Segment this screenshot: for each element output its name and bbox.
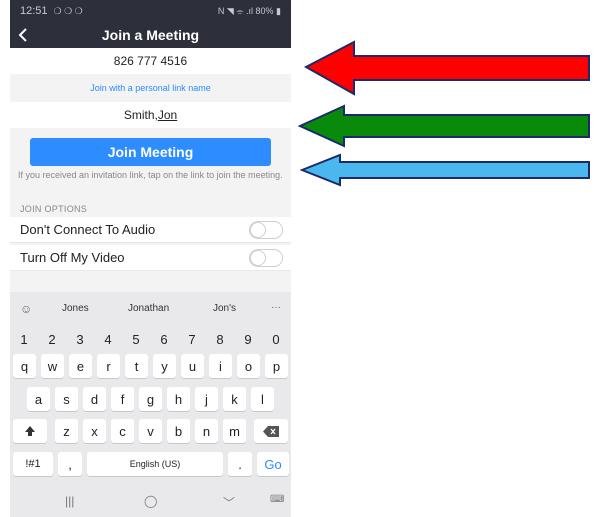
suggestion-2[interactable]: Jonathan: [128, 303, 169, 314]
more-suggestions-icon[interactable]: ···: [271, 302, 281, 313]
key-q[interactable]: q: [13, 354, 36, 378]
meeting-id-input[interactable]: 826 777 4516: [10, 48, 291, 74]
period-key[interactable]: .: [228, 452, 252, 476]
home-icon[interactable]: ◯: [144, 494, 157, 508]
name-first-part: Smith,: [123, 108, 158, 122]
key-4[interactable]: 4: [98, 328, 118, 350]
emoji-icon[interactable]: ☺: [20, 302, 32, 316]
key-i[interactable]: i: [209, 354, 232, 378]
keyboard-hide-icon[interactable]: ⌨: [270, 494, 284, 505]
key-2[interactable]: 2: [42, 328, 62, 350]
back-button[interactable]: [18, 22, 28, 48]
symbols-key[interactable]: !#1: [13, 452, 53, 476]
suggestion-3[interactable]: Jon's: [213, 303, 236, 314]
key-s[interactable]: s: [55, 387, 78, 411]
back-nav-icon[interactable]: ﹀: [223, 494, 235, 511]
toggle-knob: [251, 222, 265, 237]
space-key[interactable]: English (US): [87, 452, 223, 476]
system-icons: N ◥ ⌯ .ıl 80% ▮: [217, 5, 281, 16]
backspace-icon: [263, 425, 279, 437]
backspace-key[interactable]: [254, 419, 288, 443]
key-3[interactable]: 3: [70, 328, 90, 350]
key-p[interactable]: p: [265, 354, 288, 378]
go-key[interactable]: Go: [257, 452, 289, 476]
display-name-input[interactable]: Smith, Jon: [10, 102, 291, 128]
suggestion-bar: ☺ Jones Jonathan Jon's ···: [10, 292, 291, 326]
key-j[interactable]: j: [195, 387, 218, 411]
recent-apps-icon[interactable]: |||: [65, 494, 74, 508]
comma-key[interactable]: ,: [58, 452, 82, 476]
key-o[interactable]: o: [237, 354, 260, 378]
key-m[interactable]: m: [223, 419, 246, 443]
key-x[interactable]: x: [83, 419, 106, 443]
key-1[interactable]: 1: [14, 328, 34, 350]
join-options-header: JOIN OPTIONS: [20, 204, 88, 214]
key-b[interactable]: b: [167, 419, 190, 443]
key-8[interactable]: 8: [210, 328, 230, 350]
toggle-knob: [251, 250, 265, 265]
red-arrow-icon: [304, 40, 590, 96]
blue-arrow-icon: [300, 153, 590, 187]
key-t[interactable]: t: [125, 354, 148, 378]
key-y[interactable]: y: [153, 354, 176, 378]
personal-link-name-link[interactable]: Join with a personal link name: [10, 77, 291, 99]
suggestion-1[interactable]: Jones: [62, 303, 89, 314]
join-meeting-button[interactable]: Join Meeting: [30, 138, 271, 166]
option-turn-off-video[interactable]: Turn Off My Video: [10, 245, 291, 271]
video-toggle[interactable]: [249, 248, 283, 267]
key-9[interactable]: 9: [238, 328, 258, 350]
notification-icons: ❍ ❍ ❍: [53, 5, 83, 16]
green-arrow-icon: [298, 104, 590, 148]
key-e[interactable]: e: [69, 354, 92, 378]
key-l[interactable]: l: [251, 387, 274, 411]
option-label: Turn Off My Video: [20, 250, 125, 265]
status-bar: 12:51 ❍ ❍ ❍ N ◥ ⌯ .ıl 80% ▮: [10, 0, 291, 22]
phone-screen: 12:51 ❍ ❍ ❍ N ◥ ⌯ .ıl 80% ▮ Join a Meeti…: [10, 0, 291, 517]
key-7[interactable]: 7: [182, 328, 202, 350]
key-6[interactable]: 6: [154, 328, 174, 350]
key-h[interactable]: h: [167, 387, 190, 411]
option-label: Don't Connect To Audio: [20, 222, 156, 237]
navigation-bar: ||| ◯ ﹀ ⌨: [10, 486, 291, 517]
key-v[interactable]: v: [139, 419, 162, 443]
key-5[interactable]: 5: [126, 328, 146, 350]
title-bar: Join a Meeting: [10, 22, 291, 48]
key-n[interactable]: n: [195, 419, 218, 443]
option-dont-connect-audio[interactable]: Don't Connect To Audio: [10, 217, 291, 243]
key-f[interactable]: f: [111, 387, 134, 411]
chevron-left-icon: [18, 28, 27, 42]
invitation-hint: If you received an invitation link, tap …: [18, 170, 283, 180]
keyboard: ☺ Jones Jonathan Jon's ··· 1 2 3 4 5 6 7…: [10, 292, 291, 517]
name-last-part: Jon: [157, 108, 178, 122]
page-title: Join a Meeting: [101, 27, 200, 43]
audio-toggle[interactable]: [249, 220, 283, 239]
key-c[interactable]: c: [111, 419, 134, 443]
shift-icon: [25, 426, 35, 436]
key-g[interactable]: g: [139, 387, 162, 411]
key-0[interactable]: 0: [266, 328, 286, 350]
key-z[interactable]: z: [55, 419, 78, 443]
shift-key[interactable]: [13, 419, 47, 443]
key-a[interactable]: a: [27, 387, 50, 411]
key-w[interactable]: w: [41, 354, 64, 378]
key-k[interactable]: k: [223, 387, 246, 411]
key-r[interactable]: r: [97, 354, 120, 378]
key-u[interactable]: u: [181, 354, 204, 378]
clock: 12:51: [20, 5, 48, 17]
key-d[interactable]: d: [83, 387, 106, 411]
